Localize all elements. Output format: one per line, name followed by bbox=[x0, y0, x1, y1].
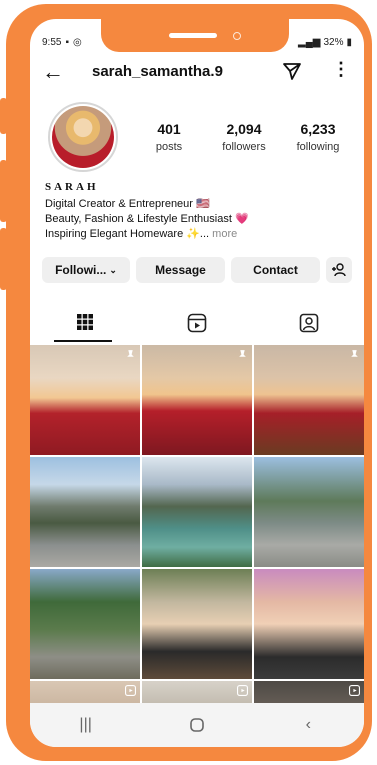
side-button-bottom bbox=[0, 228, 7, 290]
system-navigation-bar: ||| ‹ bbox=[30, 703, 364, 747]
post-thumbnail[interactable] bbox=[142, 569, 252, 679]
battery-icon: ▮ bbox=[346, 36, 352, 48]
profile-tabs bbox=[30, 309, 364, 337]
more-options-icon[interactable]: ⋮ bbox=[332, 59, 350, 80]
app-notification-icon: ◎ bbox=[73, 36, 82, 48]
profile-avatar[interactable] bbox=[48, 102, 118, 172]
bio-line-2: Beauty, Fashion & Lifestyle Enthusiast 💗 bbox=[45, 213, 249, 225]
bio-line-3-row: Inspiring Elegant Homeware ✨... more bbox=[45, 227, 345, 242]
direct-message-icon[interactable] bbox=[282, 61, 302, 86]
post-thumbnail[interactable] bbox=[30, 457, 140, 567]
following-button-label: Followi... bbox=[55, 263, 107, 277]
back-arrow-icon[interactable]: ← bbox=[42, 61, 64, 83]
signal-icon: ▂▄▆ bbox=[298, 36, 321, 48]
post-thumbnail[interactable] bbox=[142, 345, 252, 455]
message-button[interactable]: Message bbox=[136, 257, 225, 283]
post-thumbnail[interactable] bbox=[30, 569, 140, 679]
tab-reels[interactable] bbox=[142, 309, 252, 337]
following-label: following bbox=[296, 141, 340, 153]
add-person-button[interactable] bbox=[326, 257, 352, 283]
following-count: 6,233 bbox=[300, 121, 336, 137]
bio-line-3: Inspiring Elegant Homeware ✨... bbox=[45, 228, 210, 240]
home-icon[interactable] bbox=[177, 710, 217, 740]
post-thumbnail[interactable] bbox=[254, 457, 364, 567]
side-button-middle bbox=[0, 160, 7, 222]
post-thumbnail[interactable] bbox=[142, 457, 252, 567]
followers-stat[interactable]: 2,094 followers bbox=[210, 121, 278, 153]
bio-line-1: Digital Creator & Entrepreneur 🇺🇸 bbox=[45, 198, 210, 210]
pin-icon bbox=[351, 350, 358, 360]
reels-icon bbox=[187, 313, 207, 333]
post-thumbnail[interactable] bbox=[30, 345, 140, 455]
followers-count: 2,094 bbox=[226, 121, 262, 137]
profile-username: sarah_samantha.9 bbox=[92, 63, 223, 80]
tagged-icon bbox=[299, 313, 319, 333]
grid-icon bbox=[77, 314, 93, 330]
pin-icon bbox=[239, 350, 246, 360]
reel-badge-icon bbox=[349, 685, 360, 696]
reel-badge-icon bbox=[125, 685, 136, 696]
following-stat[interactable]: 6,233 following bbox=[286, 121, 350, 153]
speaker-grille bbox=[169, 33, 217, 38]
message-button-label: Message bbox=[155, 263, 206, 277]
post-thumbnail[interactable] bbox=[254, 345, 364, 455]
add-person-icon bbox=[332, 263, 346, 277]
reel-badge-icon bbox=[237, 685, 248, 696]
contact-button[interactable]: Contact bbox=[231, 257, 320, 283]
tab-posts-grid[interactable] bbox=[30, 309, 140, 337]
tab-tagged[interactable] bbox=[254, 309, 364, 337]
notification-icon: ▪ bbox=[65, 36, 70, 48]
posts-count: 401 bbox=[157, 121, 181, 137]
profile-bio: SARAH Digital Creator & Entrepreneur 🇺🇸 … bbox=[45, 180, 345, 242]
post-thumbnail[interactable] bbox=[254, 569, 364, 679]
status-time: 9:55 bbox=[42, 36, 62, 48]
chevron-down-icon: ⌄ bbox=[109, 264, 117, 275]
pin-icon bbox=[127, 350, 134, 360]
phone-screen: 9:55 ▪ ◎ ▂▄▆ 32% ▮ ← sarah_samantha.9 ⋮ … bbox=[30, 19, 364, 747]
bio-more-link[interactable]: more bbox=[212, 228, 237, 240]
back-nav-icon[interactable]: ‹ bbox=[288, 710, 328, 740]
active-tab-indicator bbox=[54, 340, 112, 342]
followers-label: followers bbox=[222, 141, 266, 153]
battery-level: 32% bbox=[323, 36, 344, 48]
recent-apps-icon[interactable]: ||| bbox=[66, 710, 106, 740]
phone-notch bbox=[101, 4, 289, 52]
posts-stat[interactable]: 401 posts bbox=[142, 121, 196, 153]
display-name: SARAH bbox=[45, 181, 99, 193]
contact-button-label: Contact bbox=[253, 263, 298, 277]
posts-label: posts bbox=[155, 141, 183, 153]
avatar-image bbox=[52, 106, 114, 168]
camera-lens-icon bbox=[233, 32, 241, 40]
following-button[interactable]: Followi... ⌄ bbox=[42, 257, 130, 283]
side-button-top bbox=[0, 98, 7, 134]
profile-header: ← sarah_samantha.9 ⋮ bbox=[30, 59, 364, 85]
